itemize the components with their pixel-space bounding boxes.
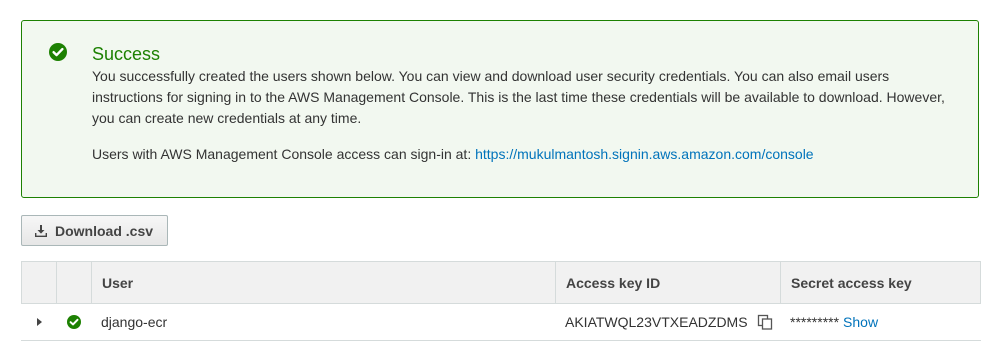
success-check-icon <box>66 315 81 329</box>
download-csv-label: Download .csv <box>55 222 154 239</box>
copy-icon[interactable] <box>757 314 773 330</box>
alert-message: You successfully created the users shown… <box>92 68 945 126</box>
success-alert: Success You successfully created the use… <box>21 20 979 198</box>
download-icon <box>34 224 48 238</box>
expand-column-header <box>22 262 57 303</box>
show-secret-link[interactable]: Show <box>843 314 878 330</box>
column-header-secret-access-key[interactable]: Secret access key <box>781 262 980 303</box>
alert-body: You successfully created the users shown… <box>92 66 962 162</box>
access-key-id: AKIATWQL23VTXEADZDMS <box>565 314 748 330</box>
secret-masked: ********* <box>790 314 840 330</box>
expand-cell <box>21 304 56 340</box>
signin-url-link[interactable]: https://mukulmantosh.signin.aws.amazon.c… <box>475 146 814 162</box>
column-header-access-key-id[interactable]: Access key ID <box>556 262 781 303</box>
table-row: django-ecr AKIATWQL23VTXEADZDMS ********… <box>21 304 981 341</box>
table-header: User Access key ID Secret access key <box>21 261 981 304</box>
status-cell <box>56 304 91 340</box>
column-header-user[interactable]: User <box>92 262 556 303</box>
user-name: django-ecr <box>101 314 168 330</box>
secret-access-key-cell: ********* Show <box>780 304 979 340</box>
success-check-icon <box>49 43 67 61</box>
download-csv-button[interactable]: Download .csv <box>21 215 168 246</box>
users-table: User Access key ID Secret access key dja… <box>21 261 981 341</box>
signin-line: Users with AWS Management Console access… <box>92 144 814 165</box>
expand-row-caret-icon[interactable] <box>37 318 42 326</box>
signin-prefix: Users with AWS Management Console access… <box>92 146 476 162</box>
status-column-header <box>57 262 92 303</box>
alert-title: Success <box>92 44 161 64</box>
access-key-id-cell: AKIATWQL23VTXEADZDMS <box>555 304 780 340</box>
